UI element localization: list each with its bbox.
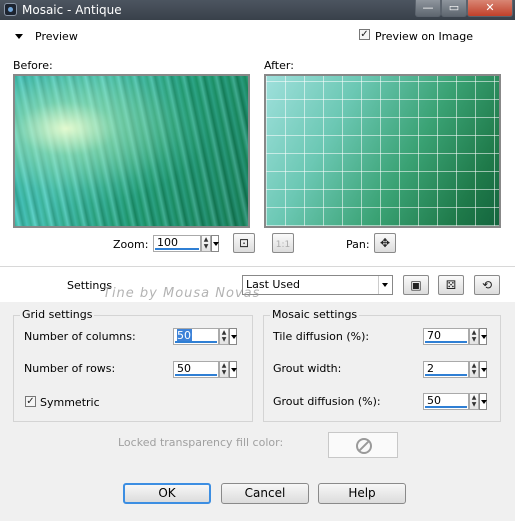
- after-preview[interactable]: [264, 74, 501, 228]
- window-title: Mosaic - Antique: [22, 3, 122, 17]
- reset-button[interactable]: ⟲: [474, 275, 500, 295]
- rows-label: Number of rows:: [24, 362, 116, 375]
- grout-width-dropdown[interactable]: [479, 361, 487, 378]
- columns-input[interactable]: [173, 328, 219, 345]
- minimize-button[interactable]: —: [415, 0, 441, 17]
- dice-icon: ⚄: [445, 278, 457, 292]
- grout-width-label: Grout width:: [273, 362, 342, 375]
- columns-dropdown[interactable]: [229, 328, 237, 345]
- maximize-button[interactable]: ▭: [441, 0, 467, 17]
- grout-width-underline: [425, 374, 467, 376]
- preview-on-image-checkbox[interactable]: ✓: [359, 29, 370, 40]
- zoom-1to1-icon: 1:1: [275, 240, 291, 250]
- grout-width-input[interactable]: [423, 361, 469, 378]
- preset-select[interactable]: Last Used: [242, 275, 393, 295]
- cancel-button[interactable]: Cancel: [221, 483, 309, 504]
- chevron-down-icon: [378, 276, 392, 294]
- pan-move-icon: ✥: [379, 236, 391, 250]
- rows-stepper[interactable]: ▲ ▼: [219, 361, 229, 378]
- grout-diffusion-label: Grout diffusion (%):: [273, 395, 381, 408]
- zoom-label: Zoom:: [113, 238, 149, 251]
- before-preview[interactable]: [13, 74, 250, 228]
- preview-section-label: Preview: [35, 30, 78, 43]
- zoom-fit-button[interactable]: ⊡: [233, 233, 255, 253]
- before-preview-texture: [15, 76, 248, 226]
- symmetric-label: Symmetric: [40, 396, 100, 409]
- columns-stepper[interactable]: ▲ ▼: [219, 328, 229, 345]
- grid-settings-title: Grid settings: [20, 308, 95, 321]
- app-icon: [4, 3, 17, 16]
- mosaic-settings-title: Mosaic settings: [270, 308, 360, 321]
- transparency-color-well[interactable]: [328, 432, 398, 458]
- zoom-stepper[interactable]: ▲ ▼: [201, 235, 211, 252]
- columns-label: Number of columns:: [24, 330, 136, 343]
- grout-diffusion-stepper[interactable]: ▲ ▼: [469, 393, 479, 410]
- collapse-preview-icon[interactable]: [15, 34, 23, 39]
- tile-diffusion-input[interactable]: [423, 328, 469, 345]
- zoom-fit-icon: ⊡: [238, 236, 250, 250]
- rows-underline: [175, 374, 217, 376]
- grout-width-stepper[interactable]: ▲ ▼: [469, 361, 479, 378]
- watermark: Tine by Mousa Novas: [103, 286, 261, 301]
- grout-diffusion-dropdown[interactable]: [479, 393, 487, 410]
- pan-label: Pan:: [346, 238, 370, 251]
- no-color-icon: [356, 438, 372, 454]
- tile-diffusion-label: Tile diffusion (%):: [273, 330, 370, 343]
- separator: [0, 266, 515, 267]
- columns-underline: [175, 341, 217, 343]
- zoom-dropdown[interactable]: [211, 235, 219, 252]
- tile-diffusion-stepper[interactable]: ▲ ▼: [469, 328, 479, 345]
- tile-diffusion-dropdown[interactable]: [479, 328, 487, 345]
- transparency-fill-label: Locked transparency fill color:: [118, 436, 284, 449]
- help-button[interactable]: Help: [318, 483, 406, 504]
- after-label: After:: [264, 59, 294, 72]
- ok-button[interactable]: OK: [123, 483, 211, 504]
- grout-diffusion-underline: [425, 406, 467, 408]
- zoom-underline: [155, 248, 199, 250]
- reset-icon: ⟲: [481, 278, 493, 292]
- save-preset-icon: ▣: [410, 278, 422, 292]
- zoom-1to1-button[interactable]: 1:1: [272, 233, 294, 253]
- symmetric-checkbox[interactable]: ✓: [25, 396, 36, 407]
- tile-diffusion-underline: [425, 341, 467, 343]
- pan-button[interactable]: ✥: [374, 233, 396, 253]
- rows-input[interactable]: [173, 361, 219, 378]
- grout-diffusion-input[interactable]: [423, 393, 469, 410]
- save-preset-button[interactable]: ▣: [403, 275, 429, 295]
- zoom-input[interactable]: [153, 235, 201, 252]
- randomize-button[interactable]: ⚄: [438, 275, 464, 295]
- rows-dropdown[interactable]: [229, 361, 237, 378]
- preview-on-image-label: Preview on Image: [375, 30, 473, 43]
- close-button[interactable]: ✕: [467, 0, 513, 17]
- before-label: Before:: [13, 59, 53, 72]
